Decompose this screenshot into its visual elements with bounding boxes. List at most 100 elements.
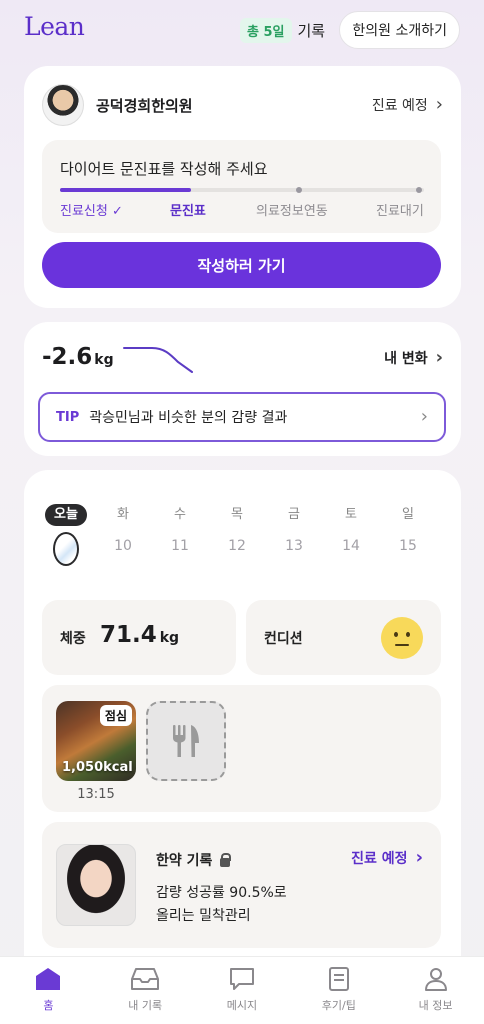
tab-messages[interactable]: 메시지 — [194, 957, 291, 1024]
meal-kcal: 1,050kcal — [62, 760, 133, 775]
herbal-title: 한약 기록 — [156, 850, 232, 870]
weight-change-value: -2.6 — [42, 344, 93, 370]
clinic-row[interactable]: 공덕경희한의원 진료 예정 › — [42, 84, 443, 126]
day-item[interactable]: 화 10 — [101, 504, 145, 554]
tab-my-records[interactable]: 내 기록 — [97, 957, 194, 1024]
face-mouth — [395, 644, 409, 646]
progress-step: 진료신청 ✓ — [60, 204, 123, 219]
tab-home[interactable]: 홈 — [0, 957, 97, 1024]
streak-label: 기록 — [297, 22, 326, 40]
day-name: 금 — [288, 507, 300, 522]
day-name: 목 — [231, 507, 243, 522]
day-number: 11 — [171, 538, 189, 554]
condition-label: 컨디션 — [264, 631, 303, 647]
lock-icon — [220, 852, 232, 867]
chevron-right-icon: › — [435, 94, 443, 115]
doctor-avatar — [42, 84, 84, 126]
water-drop-icon — [53, 532, 79, 566]
day-name: 오늘 — [45, 504, 87, 526]
tab-label: 홈 — [43, 999, 54, 1012]
day-item[interactable]: 목 12 — [215, 504, 259, 554]
my-change-link[interactable]: 내 변화 › — [384, 348, 443, 368]
clinic-status-label: 진료 예정 — [371, 98, 428, 114]
person-icon — [424, 968, 447, 991]
progress-fill — [60, 188, 192, 192]
weight-stat[interactable]: 체중 71.4 kg — [42, 600, 236, 675]
clinic-intro-button[interactable]: 한의원 소개하기 — [339, 11, 460, 49]
my-change-label: 내 변화 — [384, 351, 428, 367]
face-eye — [406, 632, 410, 637]
condition-stat[interactable]: 컨디션 — [246, 600, 441, 675]
herbal-status-label: 진료 예정 — [351, 851, 408, 867]
clinic-status-link[interactable]: 진료 예정 › — [372, 95, 443, 115]
day-number: 15 — [399, 538, 417, 554]
herbal-status-link[interactable]: 진료 예정 › — [351, 848, 423, 868]
meal-tag: 점심 — [99, 705, 132, 726]
day-name: 수 — [174, 507, 186, 522]
progress-step: 진료대기 — [376, 204, 424, 219]
day-number: 14 — [342, 538, 360, 554]
neutral-face-icon — [381, 617, 423, 659]
chevron-right-icon: › — [415, 847, 423, 868]
meal-time: 13:15 — [77, 787, 115, 802]
document-icon — [328, 967, 349, 991]
write-questionnaire-button[interactable]: 작성하러 가기 — [42, 242, 441, 288]
progress-steps: 진료신청 ✓ 문진표 의료정보연동 진료대기 — [42, 200, 441, 224]
progress-dot — [416, 187, 422, 193]
tab-label: 내 정보 — [418, 999, 453, 1012]
day-item[interactable]: 수 11 — [158, 504, 202, 554]
app-header: Lean 총 5일 기록 한의원 소개하기 — [0, 0, 484, 62]
weight-change-unit: kg — [94, 352, 114, 368]
face-eye — [394, 632, 398, 637]
week-selector: 오늘 화 10 수 11 목 12 금 13 토 14 일 15 — [44, 504, 444, 574]
meal-log: 점심 1,050kcal 13:15 — [42, 685, 441, 812]
clinic-card: 공덕경희한의원 진료 예정 › 다이어트 문진표를 작성해 주세요 진료신청 ✓… — [24, 66, 461, 308]
day-name: 토 — [345, 507, 357, 522]
progress-track — [60, 187, 424, 193]
weight-number: 71.4 — [100, 622, 157, 648]
day-number: 10 — [114, 538, 132, 554]
day-name: 화 — [117, 507, 129, 522]
progress-step: 의료정보연동 — [256, 204, 328, 219]
weight-trend-sparkline — [123, 347, 193, 373]
tab-reviews-tips[interactable]: 후기/팁 — [290, 957, 387, 1024]
clinic-name: 공덕경희한의원 — [96, 96, 193, 115]
app-logo: Lean — [24, 12, 85, 41]
add-meal-button[interactable] — [146, 701, 226, 781]
herbal-record[interactable]: 한약 기록 진료 예정 › 감량 성공률 90.5%로 올리는 밀착관리 — [42, 822, 441, 948]
herbal-desc-line: 올리는 밀착관리 — [156, 908, 251, 924]
meal-photo[interactable]: 점심 1,050kcal — [56, 701, 136, 781]
tab-my-info[interactable]: 내 정보 — [387, 957, 484, 1024]
home-icon — [36, 968, 61, 990]
inbox-icon — [131, 968, 160, 990]
tip-tag: TIP — [56, 409, 80, 425]
record-streak[interactable]: 총 5일 기록 — [240, 18, 325, 43]
streak-badge: 총 5일 — [240, 18, 292, 43]
message-icon — [229, 968, 254, 990]
tab-label: 후기/팁 — [321, 999, 356, 1012]
weight-change: -2.6 kg — [42, 344, 114, 370]
daily-log-card: 오늘 화 10 수 11 목 12 금 13 토 14 일 15 체중 71.4 kg 컨디션 점심 1,… — [24, 470, 461, 960]
chevron-right-icon: › — [420, 406, 428, 427]
herbal-title-text: 한약 기록 — [156, 853, 213, 869]
day-number: 13 — [285, 538, 303, 554]
bottom-tab-bar: 홈 내 기록 메시지 후기/팁 내 정보 — [0, 956, 484, 1024]
day-number: 12 — [228, 538, 246, 554]
day-item[interactable]: 일 15 — [386, 504, 430, 554]
questionnaire-prompt: 다이어트 문진표를 작성해 주세요 — [60, 160, 268, 178]
tab-label: 메시지 — [226, 999, 258, 1012]
tip-banner[interactable]: TIP 곽승민님과 비슷한 분의 감량 결과 › — [38, 392, 446, 442]
tab-label: 내 기록 — [128, 999, 163, 1012]
weight-unit: kg — [159, 630, 180, 646]
day-item[interactable]: 금 13 — [272, 504, 316, 554]
day-item[interactable]: 토 14 — [329, 504, 373, 554]
herbal-desc-line: 감량 성공률 90.5%로 — [156, 885, 287, 901]
weight-change-card: -2.6 kg 내 변화 › TIP 곽승민님과 비슷한 분의 감량 결과 › — [24, 322, 461, 456]
weight-value: 71.4 kg — [100, 622, 179, 648]
day-name: 일 — [402, 507, 414, 522]
progress-step: 문진표 — [170, 204, 206, 219]
weight-label: 체중 — [60, 631, 86, 647]
day-today[interactable]: 오늘 — [44, 504, 88, 566]
progress-dot — [296, 187, 302, 193]
fork-knife-icon — [173, 725, 199, 757]
